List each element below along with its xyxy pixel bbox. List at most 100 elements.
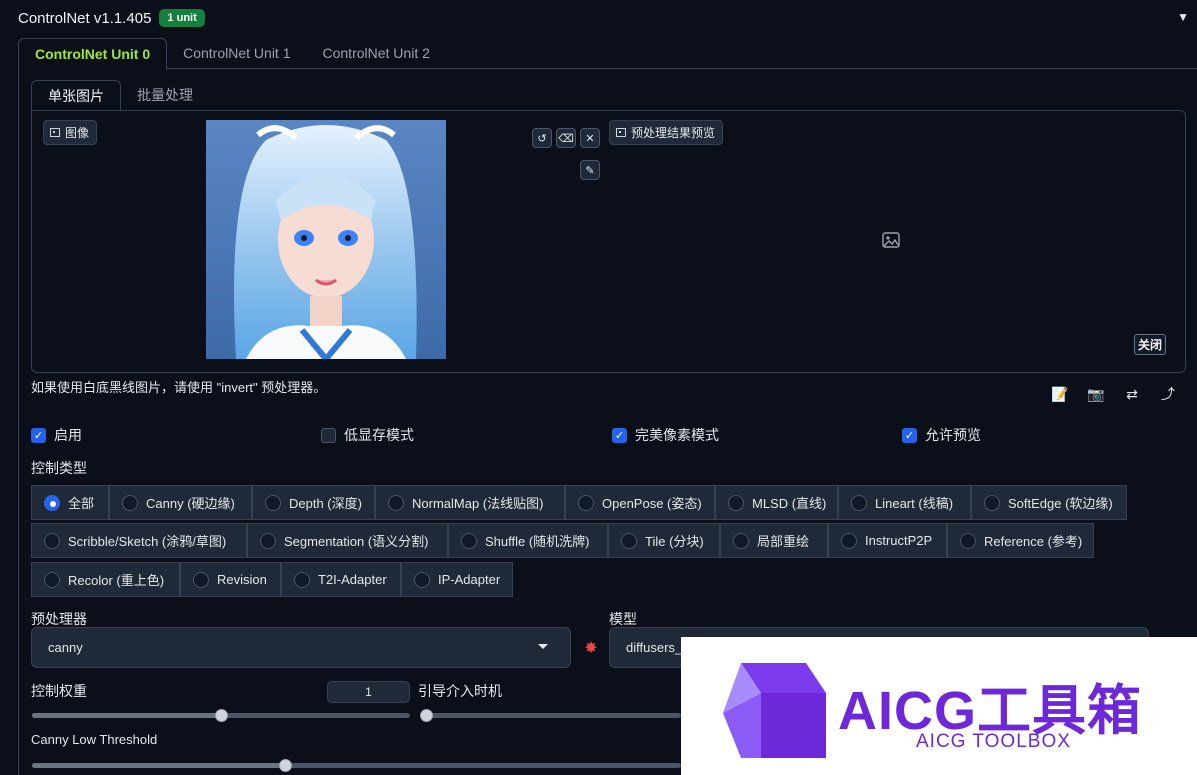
- checkbox-box[interactable]: ✓: [902, 427, 917, 443]
- eraser-icon[interactable]: ⌫: [556, 128, 576, 148]
- radio-label: Recolor (重上色): [68, 573, 165, 588]
- radio-dot[interactable]: [193, 571, 209, 588]
- input-image-label: 图像: [43, 120, 98, 145]
- radio-dot[interactable]: [260, 532, 276, 549]
- toolbox-logo-icon: [723, 663, 826, 758]
- input-image-label-text: 图像: [65, 126, 90, 140]
- preview-label-text: 预处理结果预览: [631, 126, 716, 140]
- radio-label: 全部: [68, 496, 95, 511]
- radio-label: Canny (硬边缘): [146, 496, 235, 511]
- controlnet-header[interactable]: ControlNet v1.1.405 1 unit ▼: [0, 0, 1197, 36]
- radio-dot[interactable]: [851, 494, 867, 511]
- guidance-start-slider[interactable]: [420, 709, 681, 722]
- radio-t2i-adapter[interactable]: T2I-Adapter: [281, 562, 401, 597]
- invert-hint: 如果使用白底黑线图片，请使用 "invert" 预处理器。: [31, 380, 327, 395]
- radio-label: Lineart (线稿): [875, 496, 954, 511]
- chevron-down-icon: [538, 644, 548, 649]
- radio-dot[interactable]: [960, 532, 976, 549]
- radio-ip-adapter[interactable]: IP-Adapter: [401, 562, 513, 597]
- image-mode-tabs: 单张图片 批量处理: [31, 80, 1186, 111]
- swap-icon[interactable]: ⇄: [1123, 385, 1141, 403]
- radio-label: SoftEdge (软边缘): [1008, 496, 1113, 511]
- control-weight-slider[interactable]: [32, 709, 410, 722]
- collapse-triangle-icon[interactable]: ▼: [1177, 10, 1189, 24]
- checkbox-label: 低显存模式: [344, 427, 414, 443]
- radio-reference[interactable]: Reference (参考): [947, 523, 1094, 558]
- radio-revision[interactable]: Revision: [180, 562, 281, 597]
- radio-dot[interactable]: [984, 494, 1000, 511]
- radio-dot[interactable]: [44, 571, 60, 588]
- checkbox-label: 允许预览: [925, 427, 981, 443]
- radio-dot[interactable]: [621, 532, 637, 549]
- radio-dot[interactable]: [388, 494, 404, 511]
- radio-scribble[interactable]: Scribble/Sketch (涂鸦/草图): [31, 523, 247, 558]
- radio-all[interactable]: 全部: [31, 485, 109, 520]
- radio-dot[interactable]: [841, 532, 857, 549]
- radio-mlsd[interactable]: MLSD (直线): [715, 485, 838, 520]
- checkbox-box[interactable]: ✓: [612, 427, 627, 443]
- close-preview-button[interactable]: 关闭: [1134, 334, 1167, 355]
- radio-dot[interactable]: [265, 494, 281, 511]
- radio-dot[interactable]: [44, 494, 60, 511]
- undo-icon[interactable]: ↺: [532, 128, 552, 148]
- run-preprocessor-icon[interactable]: ✸: [580, 638, 602, 660]
- send-dimensions-icon[interactable]: ⤴: [1159, 385, 1177, 403]
- radio-segmentation[interactable]: Segmentation (语义分割): [247, 523, 448, 558]
- radio-depth[interactable]: Depth (深度): [252, 485, 375, 520]
- radio-dot[interactable]: [733, 532, 749, 549]
- radio-shuffle[interactable]: Shuffle (随机洗牌): [448, 523, 608, 558]
- radio-normalmap[interactable]: NormalMap (法线贴图): [375, 485, 565, 520]
- radio-label: Depth (深度): [289, 496, 362, 511]
- unit-tabs: ControlNet Unit 0 ControlNet Unit 1 Cont…: [18, 38, 1197, 70]
- tab-unit-0[interactable]: ControlNet Unit 0: [18, 38, 168, 70]
- radio-label: Shuffle (随机洗牌): [485, 534, 590, 549]
- radio-recolor[interactable]: Recolor (重上色): [31, 562, 180, 597]
- new-canvas-icon[interactable]: 📝: [1051, 385, 1069, 403]
- image-upload-area[interactable]: [31, 110, 1186, 373]
- watermark-subtitle: AICG TOOLBOX: [916, 731, 1071, 752]
- radio-label: Reference (参考): [984, 534, 1083, 549]
- enable-checkbox[interactable]: ✓ 启用: [31, 425, 82, 445]
- radio-dot[interactable]: [294, 571, 310, 588]
- camera-icon[interactable]: 📷: [1087, 385, 1105, 403]
- anime-portrait-image: [206, 120, 446, 359]
- control-weight-input[interactable]: 1: [327, 681, 410, 703]
- radio-dot[interactable]: [728, 494, 744, 511]
- radio-dot[interactable]: [578, 494, 594, 511]
- checkbox-box[interactable]: [321, 427, 336, 443]
- tab-single-image[interactable]: 单张图片: [31, 80, 121, 111]
- brush-icon[interactable]: ✎: [580, 160, 600, 180]
- checkbox-box[interactable]: ✓: [31, 427, 46, 443]
- radio-label: OpenPose (姿态): [602, 496, 702, 511]
- slider-thumb[interactable]: [420, 709, 433, 722]
- radio-instructp2p[interactable]: InstructP2P: [828, 523, 947, 558]
- preprocessor-select[interactable]: canny: [31, 627, 571, 668]
- canny-low-label: Canny Low Threshold: [31, 732, 158, 747]
- radio-lineart[interactable]: Lineart (线稿): [838, 485, 971, 520]
- radio-dot[interactable]: [414, 571, 430, 588]
- checkbox-label: 启用: [54, 427, 82, 443]
- pixel-perfect-checkbox[interactable]: ✓ 完美像素模式: [612, 425, 719, 445]
- tab-batch[interactable]: 批量处理: [121, 80, 209, 110]
- radio-label: 局部重绘: [757, 534, 810, 549]
- low-vram-checkbox[interactable]: 低显存模式: [321, 425, 414, 445]
- canny-low-slider[interactable]: [32, 759, 681, 772]
- preview-label: 预处理结果预览: [609, 120, 724, 145]
- model-label: 模型: [609, 611, 637, 627]
- radio-softedge[interactable]: SoftEdge (软边缘): [971, 485, 1127, 520]
- radio-canny[interactable]: Canny (硬边缘): [109, 485, 252, 520]
- radio-openpose[interactable]: OpenPose (姿态): [565, 485, 715, 520]
- close-icon[interactable]: ✕: [580, 128, 600, 148]
- slider-thumb[interactable]: [215, 709, 228, 722]
- radio-dot[interactable]: [122, 494, 138, 511]
- tab-unit-2[interactable]: ControlNet Unit 2: [307, 38, 446, 69]
- radio-inpaint[interactable]: 局部重绘: [720, 523, 828, 558]
- uploaded-image[interactable]: [206, 120, 446, 359]
- radio-dot[interactable]: [44, 532, 60, 549]
- control-weight-label: 控制权重: [31, 683, 87, 699]
- radio-label: MLSD (直线): [752, 496, 827, 511]
- radio-tile[interactable]: Tile (分块): [608, 523, 720, 558]
- tab-unit-1[interactable]: ControlNet Unit 1: [167, 38, 306, 69]
- allow-preview-checkbox[interactable]: ✓ 允许预览: [902, 425, 981, 445]
- radio-dot[interactable]: [461, 532, 477, 549]
